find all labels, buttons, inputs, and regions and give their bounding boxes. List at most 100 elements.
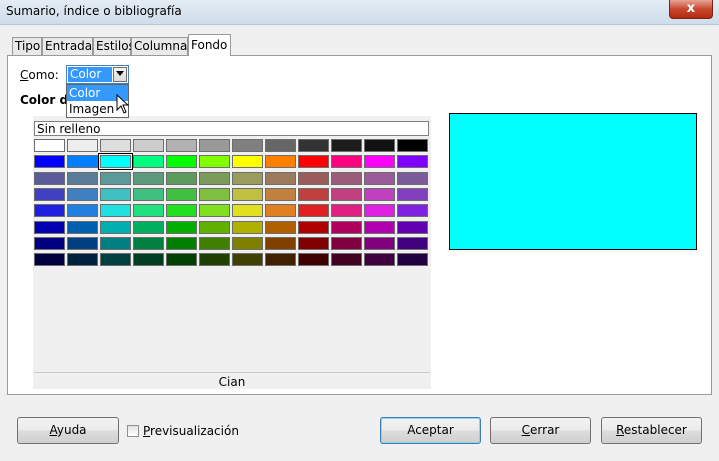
help-button[interactable]: Ayuda xyxy=(17,417,119,444)
tab-entradas[interactable]: Entradas xyxy=(42,37,98,55)
color-swatch[interactable] xyxy=(397,155,428,169)
color-swatch[interactable] xyxy=(67,171,98,185)
color-swatch[interactable] xyxy=(364,204,395,218)
color-swatch[interactable] xyxy=(133,139,164,152)
color-swatch[interactable] xyxy=(397,236,428,250)
color-swatch[interactable] xyxy=(67,253,98,267)
color-swatch[interactable] xyxy=(34,187,65,201)
tab-tipo[interactable]: Tipo xyxy=(12,37,42,55)
color-swatch[interactable] xyxy=(199,187,230,201)
color-swatch[interactable] xyxy=(331,155,362,169)
color-swatch[interactable] xyxy=(166,171,197,185)
color-swatch[interactable] xyxy=(133,155,164,169)
preview-checkbox[interactable] xyxy=(127,425,139,437)
color-swatch[interactable] xyxy=(364,220,395,234)
color-swatch[interactable] xyxy=(100,204,131,218)
color-swatch[interactable] xyxy=(265,171,296,185)
color-swatch[interactable] xyxy=(331,171,362,185)
color-swatch[interactable] xyxy=(100,139,131,152)
color-swatch[interactable] xyxy=(232,139,263,152)
color-swatch[interactable] xyxy=(331,236,362,250)
color-swatch[interactable] xyxy=(232,204,263,218)
color-swatch[interactable] xyxy=(364,236,395,250)
accept-button[interactable]: Aceptar xyxy=(380,417,481,444)
color-swatch[interactable] xyxy=(397,253,428,267)
color-swatch[interactable] xyxy=(67,204,98,218)
color-swatch[interactable] xyxy=(98,153,133,171)
color-swatch[interactable] xyxy=(100,171,131,185)
color-swatch[interactable] xyxy=(34,139,65,152)
color-swatch[interactable] xyxy=(199,220,230,234)
color-swatch[interactable] xyxy=(397,187,428,201)
color-swatch[interactable] xyxy=(34,220,65,234)
color-swatch[interactable] xyxy=(67,139,98,152)
color-swatch[interactable] xyxy=(232,155,263,169)
color-swatch[interactable] xyxy=(298,220,329,234)
color-swatch[interactable] xyxy=(298,204,329,218)
color-swatch[interactable] xyxy=(199,139,230,152)
color-swatch[interactable] xyxy=(298,253,329,267)
color-swatch[interactable] xyxy=(34,236,65,250)
color-swatch[interactable] xyxy=(133,187,164,201)
tab-columnas[interactable]: Columnas xyxy=(131,37,194,55)
color-swatch[interactable] xyxy=(397,220,428,234)
color-swatch[interactable] xyxy=(199,236,230,250)
color-swatch[interactable] xyxy=(298,139,329,152)
color-swatch[interactable] xyxy=(298,187,329,201)
color-swatch[interactable] xyxy=(199,204,230,218)
color-swatch[interactable] xyxy=(166,236,197,250)
color-swatch[interactable] xyxy=(166,139,197,152)
color-swatch[interactable] xyxy=(331,220,362,234)
color-swatch[interactable] xyxy=(265,220,296,234)
color-swatch[interactable] xyxy=(34,155,65,169)
color-swatch[interactable] xyxy=(232,220,263,234)
color-swatch[interactable] xyxy=(364,253,395,267)
color-swatch[interactable] xyxy=(232,171,263,185)
color-swatch[interactable] xyxy=(265,236,296,250)
color-swatch[interactable] xyxy=(34,253,65,267)
tab-fondo[interactable]: Fondo xyxy=(188,34,231,56)
color-swatch[interactable] xyxy=(199,253,230,267)
color-swatch[interactable] xyxy=(34,171,65,185)
color-swatch[interactable] xyxy=(100,253,131,267)
close-button[interactable]: Cerrar xyxy=(490,417,591,444)
color-swatch[interactable] xyxy=(67,187,98,201)
color-swatch[interactable] xyxy=(331,253,362,267)
color-swatch[interactable] xyxy=(265,139,296,152)
color-swatch[interactable] xyxy=(232,253,263,267)
color-swatch[interactable] xyxy=(100,187,131,201)
color-swatch[interactable] xyxy=(265,253,296,267)
color-swatch[interactable] xyxy=(265,204,296,218)
tab-estilos[interactable]: Estilos xyxy=(93,37,135,55)
color-swatch[interactable] xyxy=(364,155,395,169)
color-swatch[interactable] xyxy=(298,236,329,250)
color-swatch[interactable] xyxy=(298,171,329,185)
como-select[interactable]: Color xyxy=(66,65,129,84)
color-swatch[interactable] xyxy=(364,139,395,152)
close-window-button[interactable]: x xyxy=(669,0,713,19)
color-swatch[interactable] xyxy=(364,171,395,185)
color-swatch[interactable] xyxy=(166,220,197,234)
color-swatch[interactable] xyxy=(166,155,197,169)
color-swatch[interactable] xyxy=(166,187,197,201)
color-swatch[interactable] xyxy=(397,139,428,152)
color-swatch[interactable] xyxy=(331,187,362,201)
color-swatch[interactable] xyxy=(67,236,98,250)
color-swatch[interactable] xyxy=(331,139,362,152)
color-swatch[interactable] xyxy=(133,171,164,185)
color-swatch[interactable] xyxy=(364,187,395,201)
color-swatch[interactable] xyxy=(232,187,263,201)
color-swatch[interactable] xyxy=(199,171,230,185)
color-swatch[interactable] xyxy=(232,236,263,250)
color-swatch[interactable] xyxy=(34,204,65,218)
color-swatch[interactable] xyxy=(166,204,197,218)
chevron-down-icon[interactable] xyxy=(113,67,127,82)
color-swatch[interactable] xyxy=(331,204,362,218)
color-swatch[interactable] xyxy=(133,220,164,234)
color-swatch[interactable] xyxy=(199,155,230,169)
color-swatch[interactable] xyxy=(100,236,131,250)
color-swatch[interactable] xyxy=(67,155,98,169)
color-swatch[interactable] xyxy=(397,171,428,185)
color-swatch[interactable] xyxy=(166,253,197,267)
color-swatch[interactable] xyxy=(67,220,98,234)
